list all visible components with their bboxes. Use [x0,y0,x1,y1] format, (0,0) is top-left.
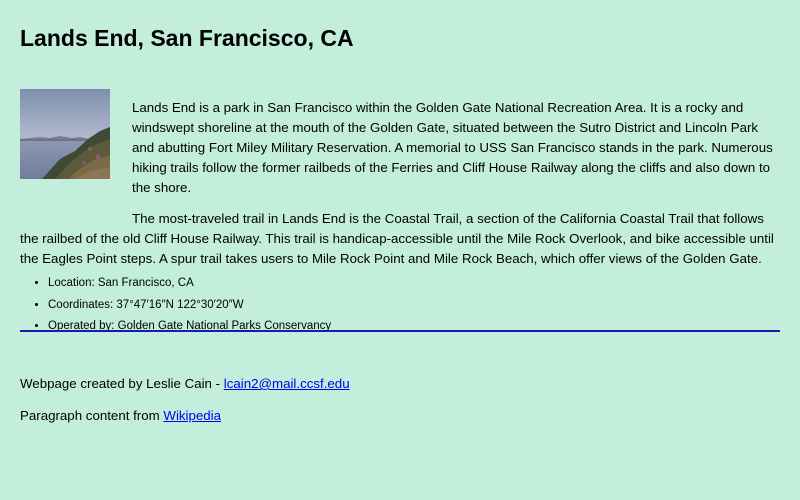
footer: Webpage created by Leslie Cain - lcain2@… [20,374,350,438]
wikipedia-link[interactable]: Wikipedia [163,408,221,423]
page: Lands End, San Francisco, CA Lands End i… [0,0,800,500]
main-content: Lands End is a park in San Francisco wit… [20,89,780,338]
lands-end-photo [20,89,110,179]
source-line: Paragraph content from Wikipedia [20,406,350,426]
list-item-location: Location: San Francisco, CA [48,273,780,295]
credit-prefix: Webpage created by Leslie Cain - [20,376,224,391]
list-item-operator: Operated by: Golden Gate National Parks … [48,316,780,338]
source-prefix: Paragraph content from [20,408,164,423]
list-item-coordinates: Coordinates: 37°47′16″N 122°30′20″W [48,295,780,317]
credit-line: Webpage created by Leslie Cain - lcain2@… [20,374,350,394]
divider [20,330,780,332]
page-title: Lands End, San Francisco, CA [20,25,354,51]
intro-paragraph: Lands End is a park in San Francisco wit… [132,100,773,195]
trail-paragraph: The most-traveled trail in Lands End is … [20,211,774,266]
park-facts-list: Location: San Francisco, CA Coordinates:… [20,273,780,338]
email-link[interactable]: lcain2@mail.ccsf.edu [224,376,350,391]
